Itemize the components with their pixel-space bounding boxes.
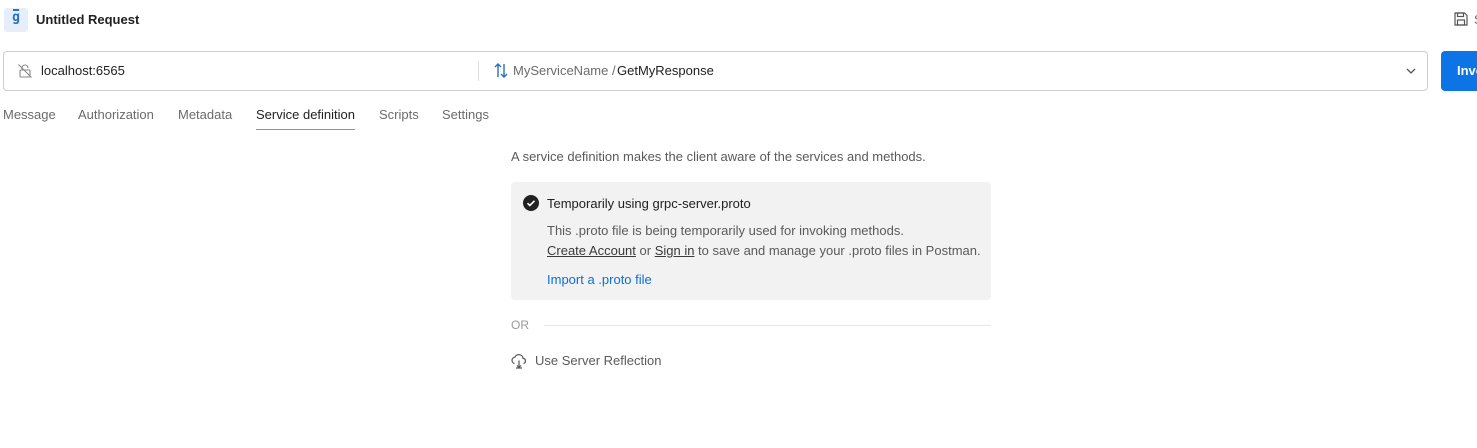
proto-card-account-line: Create Account or Sign in to save and ma… xyxy=(547,243,981,258)
or-separator-label: OR xyxy=(511,318,529,332)
tab-message[interactable]: Message xyxy=(3,107,56,122)
check-circle-icon xyxy=(523,195,539,211)
method-name[interactable]: GetMyResponse xyxy=(617,63,714,78)
use-server-reflection-button[interactable]: Use Server Reflection xyxy=(535,353,661,368)
request-title[interactable]: Untitled Request xyxy=(36,12,139,27)
service-definition-intro: A service definition makes the client aw… xyxy=(511,149,926,164)
create-account-link[interactable]: Create Account xyxy=(547,243,636,258)
tab-metadata[interactable]: Metadata xyxy=(178,107,232,122)
server-reflection-icon[interactable] xyxy=(510,352,528,370)
grpc-request-icon: g xyxy=(4,8,28,32)
sign-in-link[interactable]: Sign in xyxy=(655,243,695,258)
proto-card-description: This .proto file is being temporarily us… xyxy=(547,223,904,238)
server-url-input[interactable]: localhost:6565 xyxy=(41,63,125,78)
proto-card-title: Temporarily using grpc-server.proto xyxy=(547,196,751,211)
invoke-button[interactable]: Invo xyxy=(1441,51,1477,91)
url-bar xyxy=(3,51,1428,91)
tab-authorization[interactable]: Authorization xyxy=(78,107,154,122)
active-tab-indicator xyxy=(256,129,355,130)
tab-settings[interactable]: Settings xyxy=(442,107,489,122)
unary-method-icon xyxy=(494,63,508,78)
url-divider xyxy=(478,61,479,81)
tab-service-definition[interactable]: Service definition xyxy=(256,107,355,122)
service-name[interactable]: MyServiceName / xyxy=(513,63,616,78)
tab-scripts[interactable]: Scripts xyxy=(379,107,419,122)
import-proto-link[interactable]: Import a .proto file xyxy=(547,272,652,287)
insecure-lock-icon[interactable] xyxy=(17,63,33,79)
chevron-down-icon[interactable] xyxy=(1405,65,1417,77)
save-icon[interactable] xyxy=(1453,11,1469,27)
or-separator-line xyxy=(544,325,991,326)
